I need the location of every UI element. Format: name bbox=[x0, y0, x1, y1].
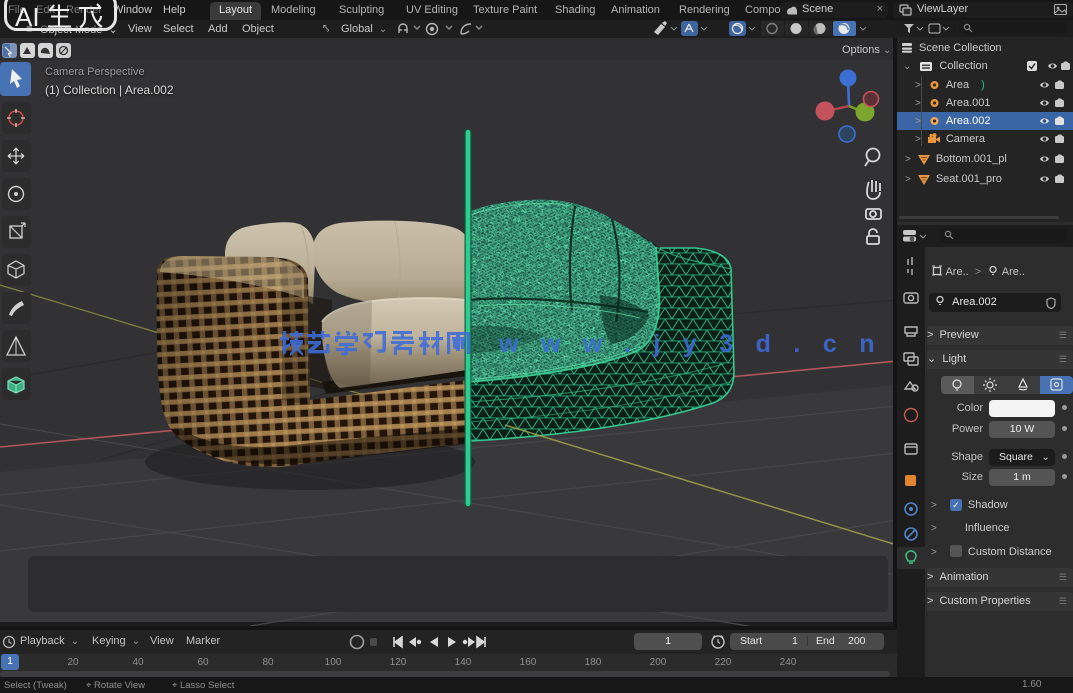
svg-text:www.jy3d.cn: www.jy3d.cn bbox=[498, 331, 897, 358]
